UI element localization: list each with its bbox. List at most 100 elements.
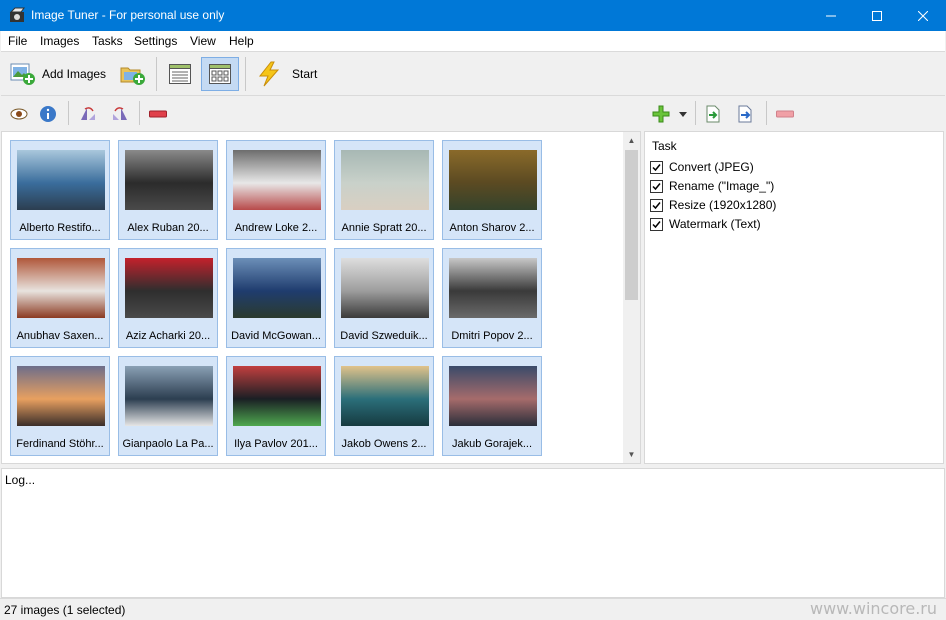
checkbox[interactable] <box>650 160 663 174</box>
close-button[interactable] <box>900 0 946 31</box>
start-button[interactable]: Start <box>256 61 317 87</box>
maximize-button[interactable] <box>854 0 900 31</box>
task-item[interactable]: Resize (1920x1280) <box>650 198 776 212</box>
menu-help[interactable]: Help <box>229 34 254 48</box>
lightning-icon <box>258 61 280 87</box>
image-thumbnail[interactable]: David Szweduik... <box>334 248 434 348</box>
image-thumbnail[interactable]: Gianpaolo La Pa... <box>118 356 218 456</box>
remove-image-button[interactable] <box>148 104 168 124</box>
preview-button[interactable] <box>9 104 29 124</box>
minimize-icon <box>826 15 836 16</box>
remove-task-icon <box>776 110 794 118</box>
thumbnail-caption: Alex Ruban 20... <box>127 222 209 234</box>
toolbar-separator <box>695 101 696 125</box>
menu-file[interactable]: File <box>8 34 27 48</box>
add-task-button[interactable] <box>651 104 671 124</box>
checkbox[interactable] <box>650 217 663 231</box>
start-label: Start <box>292 67 318 81</box>
check-icon <box>652 182 661 190</box>
thumbnail-caption: Anton Sharov 2... <box>449 222 535 234</box>
task-item[interactable]: Watermark (Text) <box>650 217 761 231</box>
thumbnail-image <box>17 366 105 426</box>
scroll-thumb[interactable] <box>625 150 638 300</box>
image-thumbnail[interactable]: Aziz Acharki 20... <box>118 248 218 348</box>
task-label: Convert (JPEG) <box>669 160 754 174</box>
image-grid[interactable]: Alberto Restifo... Alex Ruban 20... Andrew… <box>1 131 641 464</box>
image-thumbnail[interactable]: Annie Spratt 20... <box>334 140 434 240</box>
flip-left-button[interactable] <box>78 104 98 124</box>
image-thumbnail[interactable]: Ilya Pavlov 201... <box>226 356 326 456</box>
task-panel: Task Convert (JPEG) Rename ("Image_") Re… <box>644 131 944 464</box>
thumbnail-image <box>125 150 213 210</box>
add-task-icon <box>652 105 670 123</box>
thumbnail-image <box>17 150 105 210</box>
image-thumbnail[interactable]: Ferdinand Stöhr... <box>10 356 110 456</box>
add-images-button[interactable]: Add Images <box>10 62 106 86</box>
import-task-button[interactable] <box>703 104 723 124</box>
list-view-button[interactable] <box>161 57 199 91</box>
menu-bar: File Images Tasks Settings View Help <box>1 31 945 51</box>
menu-view[interactable]: View <box>190 34 216 48</box>
thumbnail-caption: Dmitri Popov 2... <box>451 330 533 342</box>
log-text: Log... <box>5 473 36 487</box>
toolbar-separator <box>139 101 140 125</box>
task-item[interactable]: Rename ("Image_") <box>650 179 774 193</box>
add-folder-button[interactable] <box>120 64 146 86</box>
thumbnail-image <box>449 258 537 318</box>
thumbnail-image <box>233 150 321 210</box>
thumbnail-caption: Annie Spratt 20... <box>341 222 427 234</box>
add-images-label: Add Images <box>42 67 107 81</box>
image-thumbnail[interactable]: Jakub Gorajek... <box>442 356 542 456</box>
task-label: Resize (1920x1280) <box>669 198 777 212</box>
image-thumbnail[interactable]: Andrew Loke 2... <box>226 140 326 240</box>
vertical-scrollbar[interactable]: ▲ ▼ <box>623 132 640 463</box>
thumbnail-caption: Ferdinand Stöhr... <box>16 438 104 450</box>
checkbox[interactable] <box>650 198 663 212</box>
toolbar-separator <box>766 101 767 125</box>
maximize-icon <box>872 10 882 21</box>
eye-icon <box>10 108 28 120</box>
image-thumbnail[interactable]: Alex Ruban 20... <box>118 140 218 240</box>
add-image-icon <box>10 63 35 85</box>
remove-task-button[interactable] <box>775 104 795 124</box>
thumbnail-image <box>341 366 429 426</box>
main-toolbar: Add Images Start <box>1 51 945 96</box>
menu-settings[interactable]: Settings <box>134 34 177 48</box>
checkbox[interactable] <box>650 179 663 193</box>
title-bar: Image Tuner - For personal use only <box>0 0 946 31</box>
thumbnail-image <box>17 258 105 318</box>
image-thumbnail[interactable]: Anton Sharov 2... <box>442 140 542 240</box>
info-button[interactable] <box>38 104 58 124</box>
window-title: Image Tuner - For personal use only <box>31 8 225 22</box>
image-thumbnail[interactable]: Dmitri Popov 2... <box>442 248 542 348</box>
log-area[interactable]: Log... <box>1 468 945 598</box>
toolbar-separator <box>156 57 157 91</box>
task-label: Rename ("Image_") <box>669 179 775 193</box>
flip-right-button[interactable] <box>110 104 130 124</box>
menu-images[interactable]: Images <box>40 34 79 48</box>
close-icon <box>918 10 928 21</box>
status-text: 27 images (1 selected) <box>4 603 126 617</box>
task-header: Task <box>652 139 677 153</box>
dropdown-arrow-icon <box>679 111 687 117</box>
image-thumbnail[interactable]: David McGowan... <box>226 248 326 348</box>
task-label: Watermark (Text) <box>669 217 761 231</box>
menu-tasks[interactable]: Tasks <box>92 34 123 48</box>
task-item[interactable]: Convert (JPEG) <box>650 160 754 174</box>
export-task-button[interactable] <box>735 104 755 124</box>
camera-clapper-icon <box>9 7 26 24</box>
thumbnail-view-button[interactable] <box>201 57 239 91</box>
toolbar-separator <box>245 57 246 91</box>
minimize-button[interactable] <box>808 0 854 31</box>
image-thumbnail[interactable]: Alberto Restifo... <box>10 140 110 240</box>
scroll-up-icon[interactable]: ▲ <box>623 132 640 149</box>
image-thumbnail[interactable]: Anubhav Saxen... <box>10 248 110 348</box>
thumbnail-caption: Ilya Pavlov 201... <box>234 438 318 450</box>
flip-right-icon <box>113 107 127 120</box>
image-thumbnail[interactable]: Jakob Owens 2... <box>334 356 434 456</box>
add-task-dropdown[interactable] <box>678 104 688 124</box>
thumbnail-image <box>125 366 213 426</box>
thumbnail-image <box>233 258 321 318</box>
scroll-down-icon[interactable]: ▼ <box>623 446 640 463</box>
thumbnail-caption: Alberto Restifo... <box>19 222 101 234</box>
